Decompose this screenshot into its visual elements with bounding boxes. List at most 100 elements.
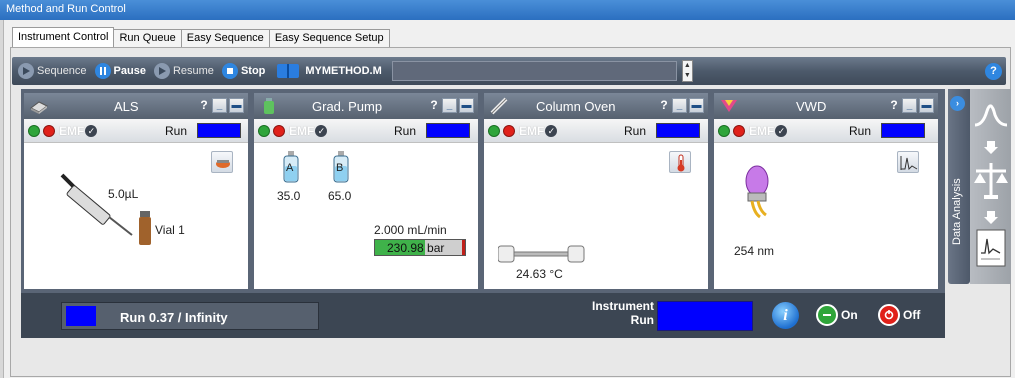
on-status-icon[interactable]: [488, 124, 500, 137]
check-icon: ✓: [315, 124, 328, 137]
method-book-icon[interactable]: [277, 64, 300, 78]
run-status-indicator: [656, 123, 700, 138]
on-status-icon[interactable]: [28, 124, 40, 137]
run-progress-text: Run 0.37 / Infinity: [120, 310, 228, 325]
module-help-button[interactable]: ?: [888, 98, 900, 113]
vial-label: Vial 1: [155, 223, 185, 237]
tab-run-queue[interactable]: Run Queue: [113, 29, 182, 47]
oven-temperature: 24.63 °C: [516, 267, 563, 281]
pump-bottle-icon: [264, 98, 274, 114]
pause-label: Pause: [113, 65, 146, 77]
off-status-icon[interactable]: [503, 124, 515, 137]
thermometer-icon: [677, 154, 685, 172]
maximize-button[interactable]: ▬: [919, 98, 934, 113]
run-label: Run: [849, 124, 872, 138]
flow-rate: 2.000 mL/min: [374, 223, 447, 237]
instrument-run-indicator: [657, 301, 753, 331]
sequence-button[interactable]: Sequence: [18, 63, 87, 79]
run-status-indicator: [197, 123, 241, 138]
module-grad-pump: Grad. Pump ? _ ▬ EMF ✓ Run A B 35.0 65.0…: [254, 93, 478, 289]
module-status: EMF ✓ Run: [254, 119, 478, 143]
module-body: 5.0µL Vial 1: [24, 143, 248, 289]
module-header: VWD ? _ ▬: [714, 93, 938, 119]
power-off-button[interactable]: Off: [878, 304, 920, 326]
tab-bar: Instrument Control Run Queue Easy Sequen…: [12, 27, 390, 47]
emf-label: EMF: [59, 123, 85, 138]
syringe-icon: [60, 173, 133, 236]
module-help-button[interactable]: ?: [428, 98, 440, 113]
maximize-button[interactable]: ▬: [689, 98, 704, 113]
run-toolbar: Sequence Pause Resume Stop MYMETHOD.M ▲ ▼…: [12, 57, 1006, 85]
maximize-button[interactable]: ▬: [459, 98, 474, 113]
down-arrow-icon: [984, 141, 998, 154]
stop-button[interactable]: Stop: [221, 63, 265, 79]
expand-arrow-icon[interactable]: ›: [950, 96, 965, 111]
run-status-indicator: [426, 123, 470, 138]
stop-icon: [221, 63, 238, 79]
instrument-label: Instrument: [591, 299, 654, 313]
injection-volume: 5.0µL: [108, 187, 139, 201]
run-progress-indicator: [66, 306, 96, 326]
run-label: Run: [165, 124, 188, 138]
tab-easy-sequence-setup[interactable]: Easy Sequence Setup: [268, 29, 390, 47]
on-status-icon[interactable]: [258, 124, 270, 137]
method-field[interactable]: [391, 61, 677, 81]
module-help-button[interactable]: ?: [658, 98, 670, 113]
check-icon: ✓: [775, 124, 788, 137]
signal-plot-icon: [900, 156, 918, 171]
check-icon: ✓: [545, 124, 558, 137]
method-name: MYMETHOD.M: [305, 65, 382, 77]
module-header-buttons: ? _ ▬: [886, 98, 934, 113]
signal-plot-button[interactable]: [897, 151, 919, 173]
info-icon[interactable]: i: [772, 302, 799, 329]
off-status-icon[interactable]: [273, 124, 285, 137]
spectrum-icon: [721, 100, 737, 112]
vial-icon: [139, 211, 151, 245]
pause-button[interactable]: Pause: [94, 63, 146, 79]
resume-button[interactable]: Resume: [153, 63, 214, 79]
column-heater-icon: [498, 245, 585, 263]
minimize-button[interactable]: _: [902, 98, 917, 113]
off-status-icon[interactable]: [43, 124, 55, 137]
bottle-b-percent: 65.0: [328, 189, 352, 203]
injector-program-icon: [216, 160, 230, 168]
emf-label: EMF: [749, 123, 775, 138]
module-body: A B 35.0 65.0 2.000 mL/min 230.98 bar: [254, 143, 478, 289]
resume-label: Resume: [172, 65, 214, 77]
module-header-buttons: ? _ ▬: [196, 98, 244, 113]
run-progress: Run 0.37 / Infinity: [61, 302, 319, 330]
on-status-icon[interactable]: [718, 124, 730, 137]
bottle-a-label: A: [286, 162, 294, 174]
module-body: 24.63 °C: [484, 143, 708, 289]
injector-program-button[interactable]: [211, 151, 233, 173]
emf-label: EMF: [289, 123, 315, 138]
module-help-button[interactable]: ?: [198, 98, 210, 113]
instrument-status-bar: Run 0.37 / Infinity Instrument Run i On …: [21, 293, 945, 338]
method-spinner[interactable]: ▲ ▼: [681, 60, 693, 82]
minimize-button[interactable]: _: [212, 98, 227, 113]
sequence-label: Sequence: [37, 65, 87, 77]
power-on-button[interactable]: On: [816, 304, 858, 326]
module-title: Grad. Pump: [312, 99, 383, 114]
maximize-button[interactable]: ▬: [229, 98, 244, 113]
balance-icon[interactable]: [972, 161, 1010, 201]
minimize-button[interactable]: _: [442, 98, 457, 113]
toolbar-help-icon[interactable]: ?: [985, 63, 1002, 80]
module-status: EMF ✓ Run: [24, 119, 248, 143]
module-header: Grad. Pump ? _ ▬: [254, 93, 478, 119]
module-title: ALS: [114, 99, 139, 114]
lamp-icon: [745, 165, 769, 219]
pause-icon: [94, 63, 111, 79]
thermometer-button[interactable]: [669, 151, 691, 173]
peak-icon[interactable]: [973, 101, 1009, 129]
report-icon[interactable]: [976, 229, 1006, 267]
module-body: 254 nm: [714, 143, 938, 289]
power-on-label: On: [841, 308, 858, 322]
instrument-run-sublabel: Run: [630, 313, 654, 327]
tab-instrument-control[interactable]: Instrument Control: [12, 27, 115, 47]
module-header: ALS ? _ ▬: [24, 93, 248, 119]
minimize-button[interactable]: _: [672, 98, 687, 113]
off-status-icon[interactable]: [733, 124, 745, 137]
left-edge: [0, 20, 4, 378]
tab-easy-sequence[interactable]: Easy Sequence: [180, 29, 270, 47]
